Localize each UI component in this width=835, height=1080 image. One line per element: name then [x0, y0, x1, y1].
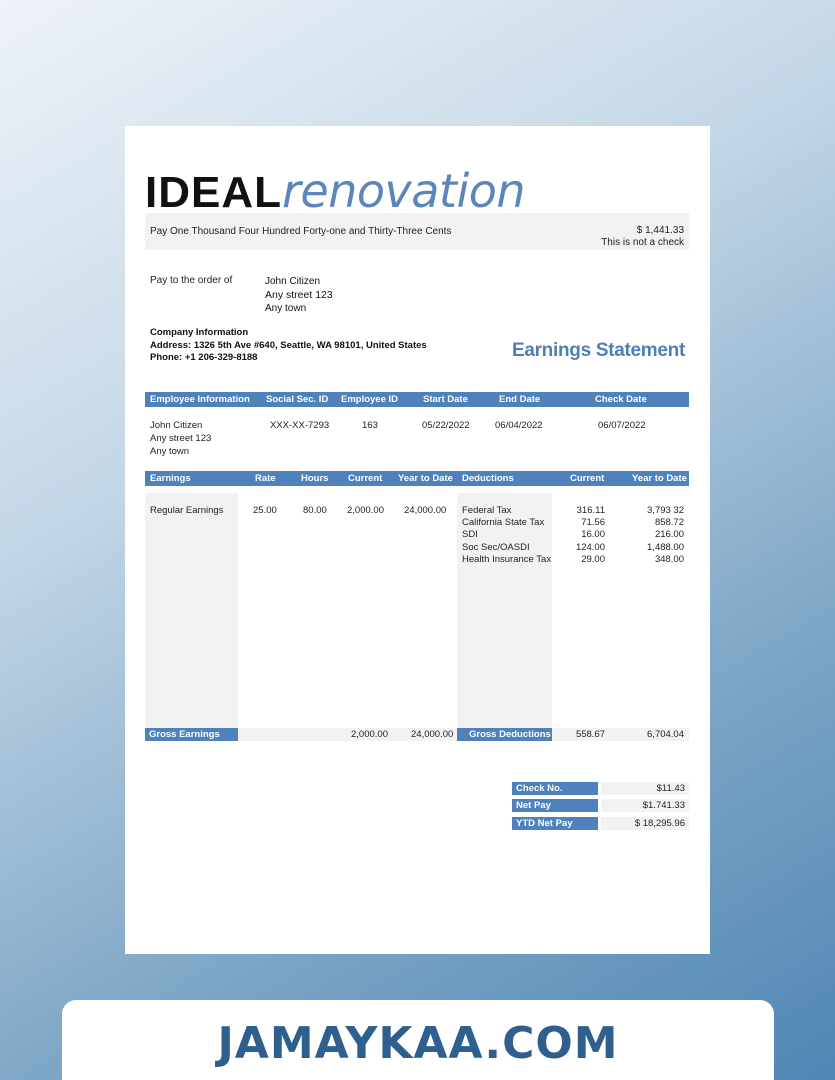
pay-to-order-label: Pay to the order of [150, 275, 233, 286]
deduction-ytd: 348.00 [654, 554, 684, 565]
deduction-ytd: 3,793 32 [647, 505, 684, 516]
employee-town: Any town [150, 446, 190, 457]
ytd-net-pay-label: YTD Net Pay [512, 817, 598, 830]
logo-light-text: renovation [282, 164, 526, 218]
gross-earnings-current: 2,000.00 [351, 729, 388, 740]
company-phone: Phone: +1 206-329-8188 [150, 352, 258, 363]
gross-deductions-ytd: 6,704.04 [647, 729, 684, 740]
gross-deductions-current: 558.67 [575, 729, 605, 740]
col-check-date: Check Date [595, 394, 647, 405]
deduction-ytd: 216.00 [654, 529, 684, 540]
footer-banner: JAMAYKAA.COM [62, 1000, 774, 1080]
company-info-heading: Company Information [150, 327, 249, 338]
employee-id-value: 163 [362, 420, 378, 431]
deduction-label: Soc Sec/OASDI [462, 542, 530, 553]
deduction-label: California State Tax [462, 517, 545, 528]
pay-amount-number: $ 1,441.33 [636, 225, 684, 236]
payee-town: Any town [265, 303, 307, 314]
employee-name: John Citizen [150, 420, 203, 431]
earnings-label-column [145, 493, 238, 728]
col-deductions-ytd: Year to Date [632, 473, 687, 484]
company-address: Address: 1326 5th Ave #640, Seattle, WA … [150, 340, 427, 351]
not-a-check-note: This is not a check [601, 237, 684, 248]
regular-earnings-label: Regular Earnings [150, 505, 224, 516]
deduction-current: 124.00 [575, 542, 605, 553]
regular-earnings-ytd: 24,000.00 [404, 505, 447, 516]
employee-info-header: Employee Information Social Sec. ID Empl… [145, 392, 689, 407]
company-logo: IDEALrenovation [145, 164, 526, 218]
employee-street: Any street 123 [150, 433, 212, 444]
check-no-label: Check No. [512, 782, 598, 795]
col-deductions-current: Current [570, 473, 605, 484]
col-social-sec-id: Social Sec. ID [266, 394, 329, 405]
col-end-date: End Date [499, 394, 541, 405]
col-start-date: Start Date [423, 394, 468, 405]
deduction-ytd: 858.72 [654, 517, 684, 528]
regular-earnings-rate: 25.00 [253, 505, 277, 516]
start-date-value: 05/22/2022 [422, 420, 470, 431]
col-employee-information: Employee Information [150, 394, 250, 405]
deduction-current: 16.00 [581, 529, 605, 540]
col-employee-id: Employee ID [341, 394, 399, 405]
end-date-value: 06/04/2022 [495, 420, 543, 431]
pay-amount-words: Pay One Thousand Four Hundred Forty-one … [150, 226, 452, 237]
col-rate: Rate [255, 473, 276, 484]
deduction-ytd: 1,488.00 [647, 542, 684, 553]
logo-bold-text: IDEAL [145, 168, 282, 217]
col-year-to-date: Year to Date [398, 473, 453, 484]
pay-amount-band: Pay One Thousand Four Hundred Forty-one … [145, 213, 689, 250]
gross-deductions-label: Gross Deductions [457, 728, 552, 741]
employee-ssn: XXX-XX-7293 [270, 420, 330, 431]
earnings-header: Earnings Rate Hours Current Year to Date… [145, 471, 689, 486]
payee-name: John Citizen [265, 276, 321, 287]
gross-earnings-ytd: 24,000.00 [411, 729, 454, 740]
col-deductions: Deductions [462, 473, 514, 484]
deduction-current: 71.56 [581, 517, 605, 528]
col-current: Current [348, 473, 383, 484]
gross-earnings-label: Gross Earnings [145, 728, 238, 741]
regular-earnings-current: 2,000.00 [347, 505, 384, 516]
deduction-label: Health Insurance Tax [462, 554, 552, 565]
earnings-statement-title: Earnings Statement [511, 340, 685, 361]
check-no-value: $11.43 [601, 782, 689, 795]
check-date-value: 06/07/2022 [598, 420, 646, 431]
deduction-current: 29.00 [581, 554, 605, 565]
deduction-label: Federal Tax [462, 505, 512, 516]
deduction-label: SDI [462, 529, 478, 540]
regular-earnings-hours: 80.00 [303, 505, 327, 516]
net-pay-label: Net Pay [512, 799, 598, 812]
payee-street: Any street 123 [265, 289, 333, 301]
footer-site-name: JAMAYKAA.COM [217, 1018, 619, 1069]
paystub-document: IDEALrenovation Pay One Thousand Four Hu… [125, 126, 710, 954]
col-hours: Hours [301, 473, 329, 484]
deduction-current: 316.11 [576, 505, 605, 516]
ytd-net-pay-value: $ 18,295.96 [601, 817, 689, 830]
col-earnings: Earnings [150, 473, 191, 484]
net-pay-value: $1.741.33 [601, 799, 689, 812]
